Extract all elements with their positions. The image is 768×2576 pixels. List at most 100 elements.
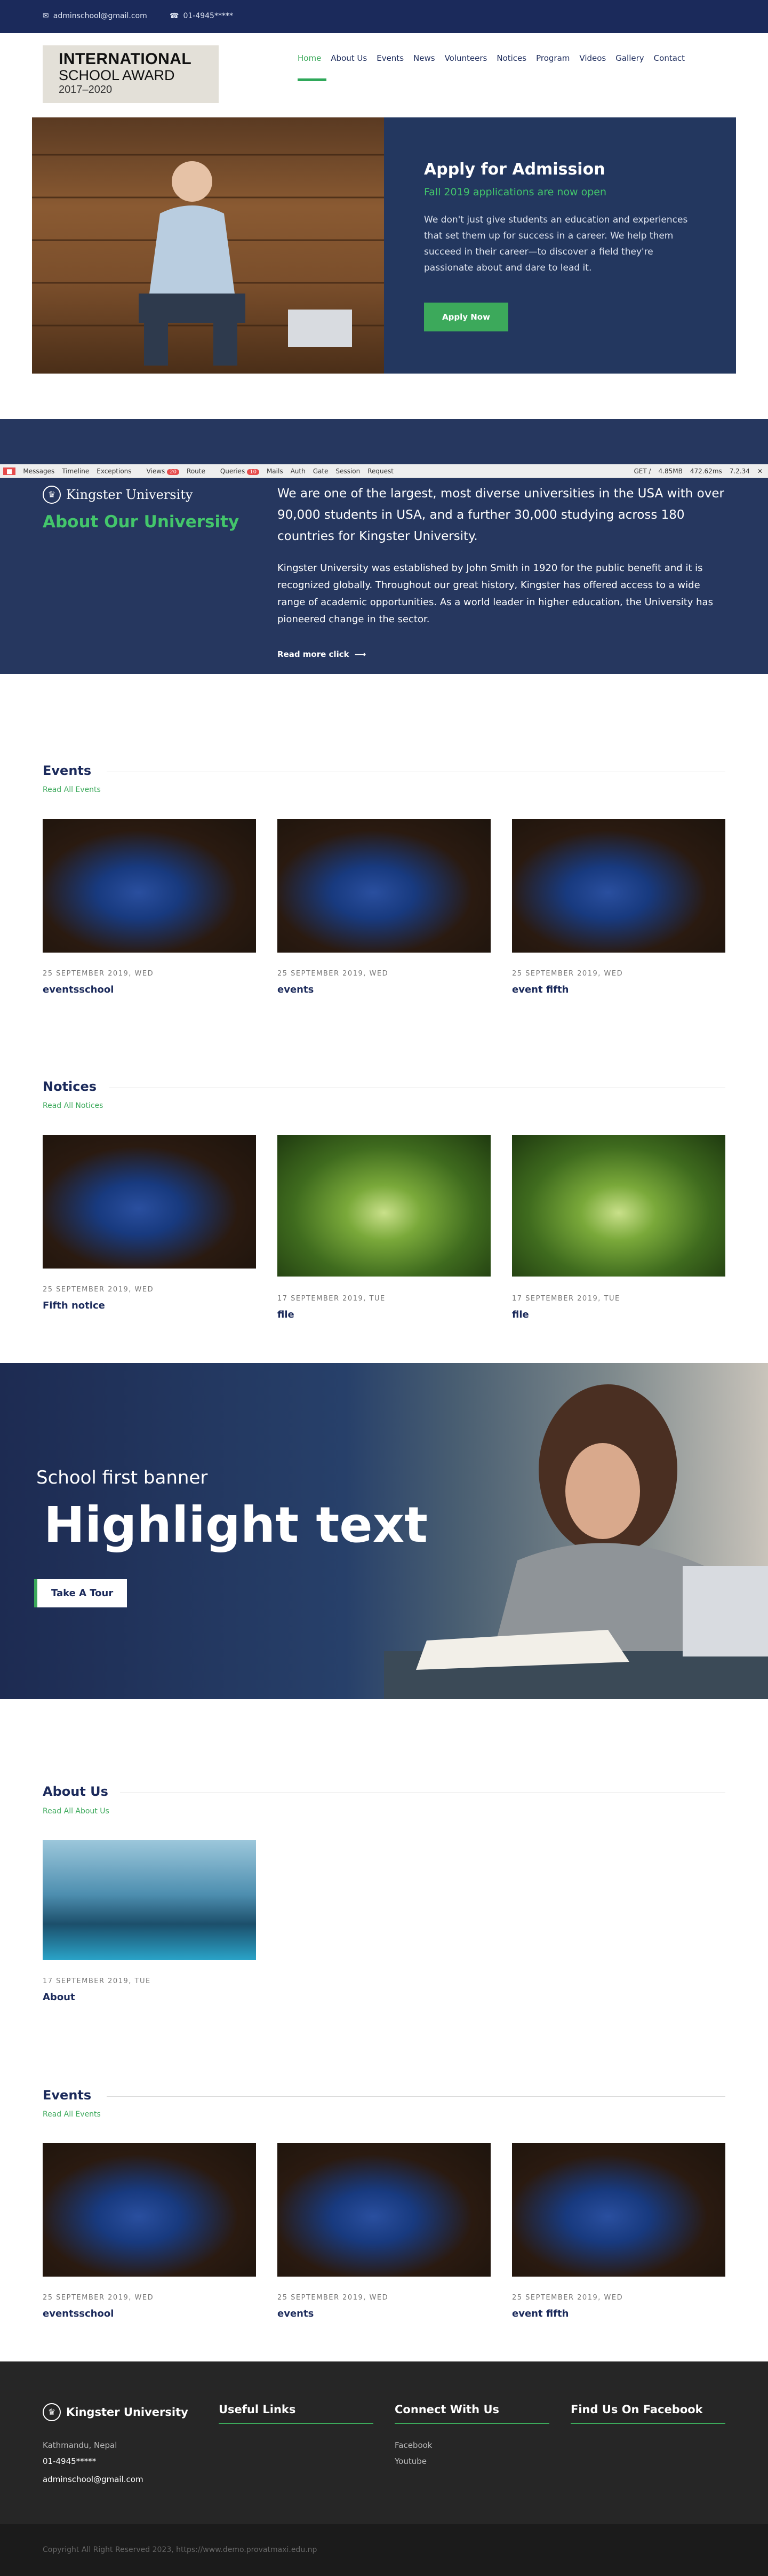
facebook-link[interactable]: Facebook [395, 2440, 432, 2450]
debug-route-info[interactable]: GET / [634, 467, 651, 475]
banner-headline: Highlight text [44, 1496, 428, 1553]
guitar-image [43, 819, 256, 953]
notice-card[interactable]: 17 SEPTEMBER 2019, TUE file [277, 1135, 491, 1320]
debug-exceptions-tab[interactable]: Exceptions [97, 467, 131, 475]
top-bar: ✉ adminschool@gmail.com ☎ 01-4945***** [0, 0, 768, 33]
event-card[interactable]: 25 SEPTEMBER 2019, WED events [277, 819, 491, 995]
about-heading: About Our University [43, 512, 239, 532]
school-award-logo[interactable]: INTERNATIONAL SCHOOL AWARD 2017–2020 [43, 45, 219, 103]
read-all-aboutus-link[interactable]: Read All About Us [43, 1807, 109, 1816]
nav-gallery[interactable]: Gallery [615, 53, 644, 63]
debug-timeline-tab[interactable]: Timeline [62, 467, 89, 475]
nav-about-us[interactable]: About Us [331, 53, 367, 63]
kingster-brand[interactable]: ♛ Kingster University [43, 486, 193, 504]
guitar-image [512, 819, 725, 953]
footer-email[interactable]: adminschool@gmail.com [43, 2475, 143, 2484]
phone-icon: ☎ [170, 12, 179, 20]
arrow-right-icon: ⟶ [354, 649, 366, 659]
events-title: Events [43, 763, 92, 778]
event-card[interactable]: 25 SEPTEMBER 2019, WED events [277, 2143, 491, 2319]
aboutus-card[interactable]: 17 SEPTEMBER 2019, TUE About [43, 1840, 256, 2003]
about-body: Kingster University was established by J… [277, 562, 713, 625]
apply-now-button[interactable]: Apply Now [424, 303, 508, 331]
guitar-image [277, 819, 491, 953]
event-card[interactable]: 25 SEPTEMBER 2019, WED event fifth [512, 2143, 725, 2319]
event-card[interactable]: 25 SEPTEMBER 2019, WED event fifth [512, 819, 725, 995]
debug-auth-tab[interactable]: Auth [291, 467, 306, 475]
event-card[interactable]: 25 SEPTEMBER 2019, WED eventsschool [43, 819, 256, 995]
events-title: Events [43, 2088, 92, 2103]
nav-volunteers[interactable]: Volunteers [445, 53, 487, 63]
debug-gate-tab[interactable]: Gate [313, 467, 329, 475]
debug-time: 472.62ms [690, 467, 722, 475]
guitar-image [43, 1135, 256, 1269]
debug-version: 7.2.34 [729, 467, 750, 475]
about-text: We are one of the largest, most diverse … [277, 483, 725, 659]
tunnel-image [512, 1135, 725, 1277]
nav-news[interactable]: News [413, 53, 435, 63]
notices-title: Notices [43, 1079, 97, 1094]
university-crest-icon: ♛ [43, 2403, 61, 2421]
footer-address: Kathmandu, Nepal [43, 2440, 117, 2450]
take-a-tour-button[interactable]: Take A Tour [34, 1579, 127, 1607]
main-nav: Home About Us Events News Volunteers Not… [298, 53, 685, 63]
events-divider [107, 2096, 725, 2097]
debug-views-tab[interactable]: Views 20 [139, 467, 180, 475]
views-badge: 20 [167, 469, 180, 475]
debug-bar: ■ Messages Timeline Exceptions Views 20 R… [0, 464, 768, 478]
debug-mails-tab[interactable]: Mails [267, 467, 283, 475]
connect-underline [395, 2423, 549, 2424]
useful-links-title: Useful Links [219, 2403, 296, 2416]
envelope-icon: ✉ [43, 12, 49, 20]
event-card[interactable]: 25 SEPTEMBER 2019, WED eventsschool [43, 2143, 256, 2319]
admission-body: We don't just give students an education… [424, 215, 688, 273]
debug-close-icon[interactable]: ✕ [757, 467, 763, 475]
guitar-image [43, 2143, 256, 2277]
facebook-underline [571, 2423, 725, 2424]
nav-contact[interactable]: Contact [654, 53, 685, 63]
debug-messages-tab[interactable]: Messages [23, 467, 54, 475]
tunnel-image [277, 1135, 491, 1277]
notice-card[interactable]: 25 SEPTEMBER 2019, WED Fifth notice [43, 1135, 256, 1311]
about-university-section: ♛ Kingster University About Our Universi… [0, 419, 768, 674]
facebook-widget-title: Find Us On Facebook [571, 2403, 703, 2416]
aboutus-title: About Us [43, 1784, 108, 1799]
read-more-link[interactable]: Read more click ⟶ [277, 649, 725, 659]
queries-badge: 10 [247, 469, 259, 475]
copyright-bar: Copyright All Right Reserved 2023, https… [0, 2524, 768, 2576]
guitar-image [277, 2143, 491, 2277]
top-phone[interactable]: ☎ 01-4945***** [170, 12, 233, 20]
debug-request-tab[interactable]: Request [367, 467, 394, 475]
top-email[interactable]: ✉ adminschool@gmail.com [43, 12, 147, 20]
debug-queries-tab[interactable]: Queries 10 [213, 467, 259, 475]
site-footer: ♛ Kingster University Kathmandu, Nepal 0… [0, 2361, 768, 2524]
debugbar-logo-icon[interactable]: ■ [3, 467, 16, 475]
nav-notices[interactable]: Notices [497, 53, 526, 63]
footer-brand[interactable]: ♛ Kingster University [43, 2403, 188, 2421]
debug-memory: 4.85MB [658, 467, 683, 475]
footer-phone[interactable]: 01-4945***** [43, 2456, 96, 2466]
read-all-events-link[interactable]: Read All Events [43, 786, 101, 794]
nav-videos[interactable]: Videos [579, 53, 606, 63]
about-lead: We are one of the largest, most diverse … [277, 487, 724, 543]
university-crest-icon: ♛ [43, 486, 61, 504]
nav-events[interactable]: Events [377, 53, 404, 63]
admission-subtitle: Fall 2019 applications are now open [424, 186, 606, 198]
useful-links-underline [219, 2423, 373, 2424]
admission-panel: Apply for Admission Fall 2019 applicatio… [384, 117, 736, 374]
notice-card[interactable]: 17 SEPTEMBER 2019, TUE file [512, 1135, 725, 1320]
debug-route-tab[interactable]: Route [187, 467, 205, 475]
youtube-link[interactable]: Youtube [395, 2456, 427, 2466]
copyright-text: Copyright All Right Reserved 2023, https… [43, 2546, 317, 2554]
professor-photo [32, 117, 384, 374]
guitar-image [512, 2143, 725, 2277]
hero-banner: School first banner Highlight text Take … [0, 1363, 768, 1699]
debug-session-tab[interactable]: Session [335, 467, 360, 475]
read-all-events-link[interactable]: Read All Events [43, 2110, 101, 2119]
read-all-notices-link[interactable]: Read All Notices [43, 1101, 103, 1110]
connect-title: Connect With Us [395, 2403, 499, 2416]
admission-title: Apply for Admission [424, 160, 605, 179]
student-illustration [384, 1384, 768, 1699]
nav-home[interactable]: Home [298, 53, 321, 63]
nav-program[interactable]: Program [536, 53, 570, 63]
